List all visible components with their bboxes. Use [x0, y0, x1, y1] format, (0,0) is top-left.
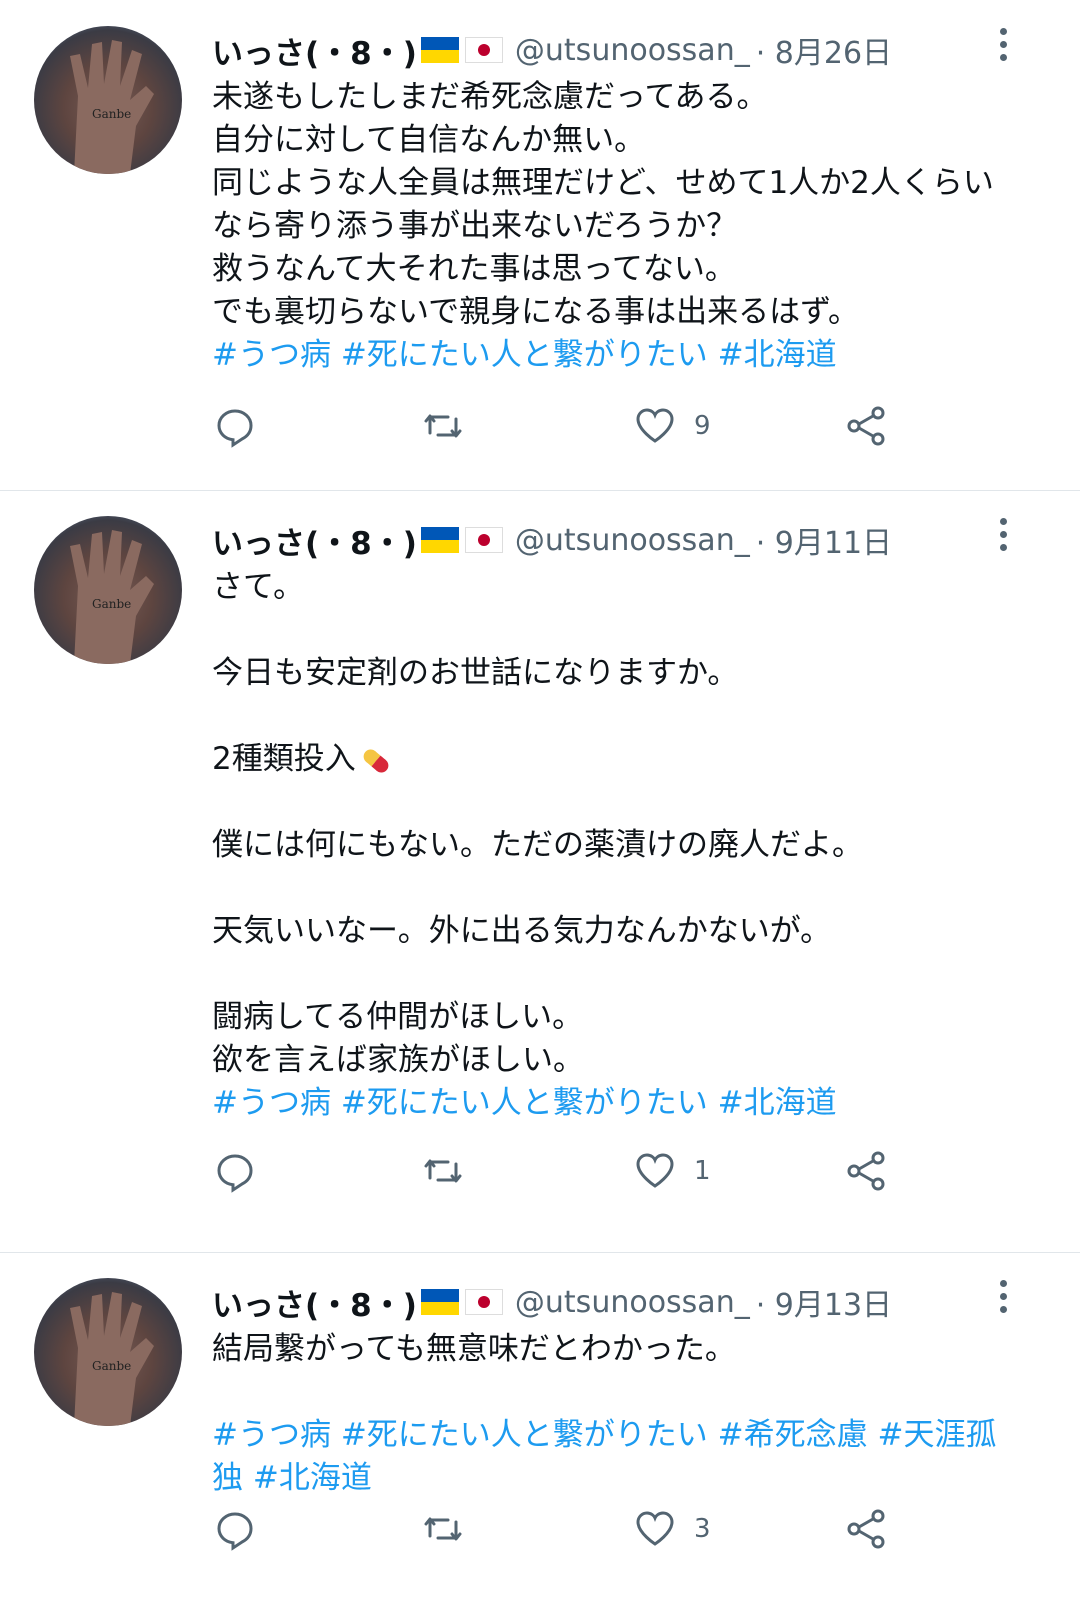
share-icon	[847, 1151, 885, 1191]
text-gap	[212, 609, 1042, 652]
share-button[interactable]	[844, 1148, 890, 1194]
share-button[interactable]	[844, 1506, 890, 1552]
hashtags[interactable]: 独 #北海道	[212, 1457, 1042, 1500]
action-bar: 1	[212, 1148, 912, 1194]
like-icon	[636, 1511, 674, 1546]
text-gap	[212, 781, 1042, 824]
text-line: さて。	[212, 569, 305, 605]
like-count: 3	[694, 1514, 711, 1544]
like-button[interactable]: 9	[632, 403, 711, 449]
text-line: 救うなんて大それた事は思ってない。	[212, 251, 736, 287]
hashtags[interactable]: #うつ病 #死にたい人と繋がりたい #北海道	[212, 334, 1042, 377]
text-line: 2種類投入	[212, 741, 356, 777]
tweet-header: いっさ(・8・) @utsunoossan_ · 9月11日	[212, 518, 892, 562]
retweet-icon	[424, 1159, 462, 1183]
hashtags[interactable]: #うつ病 #死にたい人と繋がりたい #北海道	[212, 1082, 1042, 1125]
tweet-header: いっさ(・8・) @utsunoossan_ · 9月13日	[212, 1280, 892, 1324]
like-button[interactable]: 3	[632, 1506, 711, 1552]
display-name[interactable]: いっさ(・8・)	[212, 518, 417, 563]
reply-icon	[217, 409, 253, 448]
text-line: 未遂もしたしまだ希死念慮だってある。	[212, 79, 768, 115]
avatar[interactable]: Ganbe	[34, 26, 182, 174]
text-line: 自分に対して自信なんか無い。	[212, 122, 646, 158]
like-count: 1	[694, 1156, 711, 1186]
text-line: 今日も安定剤のお世話になりますか。	[212, 655, 739, 691]
display-name[interactable]: いっさ(・8・)	[212, 1280, 417, 1325]
text-line: 闘病してる仲間がほしい。	[212, 999, 584, 1035]
svg-text:Ganbe: Ganbe	[92, 107, 131, 121]
text-line-with-emoji: 2種類投入	[212, 738, 1042, 781]
text-line: でも裏切らないで親身になる事は出来るはず。	[212, 294, 859, 330]
text-line: 僕には何にもない。ただの薬漬けの廃人だよ。	[212, 827, 863, 863]
tweet-header: いっさ(・8・) @utsunoossan_ · 8月26日	[212, 28, 892, 72]
reply-button[interactable]	[212, 403, 258, 449]
share-icon	[847, 1509, 885, 1549]
timestamp[interactable]: · 9月13日	[756, 1280, 892, 1324]
retweet-button[interactable]	[420, 1148, 466, 1194]
share-button[interactable]	[844, 403, 890, 449]
like-icon	[636, 408, 674, 443]
avatar[interactable]: Ganbe	[34, 516, 182, 664]
reply-button[interactable]	[212, 1506, 258, 1552]
text-gap	[212, 867, 1042, 910]
flag-japan	[464, 37, 503, 63]
handle[interactable]: @utsunoossan_	[515, 523, 750, 558]
pill-emoji	[363, 749, 389, 772]
action-bar: 3	[212, 1506, 912, 1552]
tweet[interactable]: Ganbe いっさ(・8・) @utsunoossan_ · 9月11日 さて。…	[0, 490, 1080, 1252]
handle[interactable]: @utsunoossan_	[515, 1285, 750, 1320]
timestamp[interactable]: · 9月11日	[756, 518, 892, 562]
more-icon[interactable]	[993, 28, 1013, 68]
flag-japan	[464, 1289, 503, 1315]
text-gap	[212, 1371, 1042, 1414]
retweet-button[interactable]	[420, 403, 466, 449]
share-icon	[847, 406, 885, 446]
avatar[interactable]: Ganbe	[34, 1278, 182, 1426]
more-icon[interactable]	[993, 1280, 1013, 1320]
timestamp[interactable]: · 8月26日	[756, 28, 892, 72]
more-icon[interactable]	[993, 518, 1013, 558]
text-line: 天気いいなー。外に出る気力なんかないが。	[212, 913, 832, 949]
tweet[interactable]: Ganbe いっさ(・8・) @utsunoossan_ · 9月13日 結局繋…	[0, 1252, 1080, 1605]
flag-ukraine	[420, 37, 459, 63]
text-line: 結局繋がっても無意味だとわかった。	[212, 1331, 736, 1367]
flag-japan	[464, 527, 503, 553]
tweet[interactable]: Ganbe いっさ(・8・) @utsunoossan_ · 8月26日 未遂も…	[0, 0, 1080, 490]
hashtags[interactable]: #うつ病 #死にたい人と繋がりたい #希死念慮 #天涯孤	[212, 1414, 1042, 1457]
svg-text:Ganbe: Ganbe	[92, 597, 131, 611]
text-gap	[212, 695, 1042, 738]
tweet-text: 結局繋がっても無意味だとわかった。 #うつ病 #死にたい人と繋がりたい #希死念…	[212, 1328, 1042, 1500]
like-icon	[636, 1153, 674, 1188]
retweet-icon	[424, 1517, 462, 1541]
reply-icon	[217, 1154, 253, 1193]
text-line: 欲を言えば家族がほしい。	[212, 1042, 584, 1078]
retweet-icon	[424, 414, 462, 438]
reply-icon	[217, 1512, 253, 1551]
flag-ukraine	[420, 527, 459, 553]
action-bar: 9	[212, 403, 912, 449]
svg-text:Ganbe: Ganbe	[92, 1359, 131, 1373]
text-gap	[212, 953, 1042, 996]
like-button[interactable]: 1	[632, 1148, 711, 1194]
flag-ukraine	[420, 1289, 459, 1315]
tweet-text: 未遂もしたしまだ希死念慮だってある。 自分に対して自信なんか無い。 同じような人…	[212, 76, 1042, 377]
retweet-button[interactable]	[420, 1506, 466, 1552]
handle[interactable]: @utsunoossan_	[515, 33, 750, 68]
like-count: 9	[694, 411, 711, 441]
display-name[interactable]: いっさ(・8・)	[212, 28, 417, 73]
tweet-text: さて。 今日も安定剤のお世話になりますか。 2種類投入 僕には何にもない。ただの…	[212, 566, 1042, 1125]
reply-button[interactable]	[212, 1148, 258, 1194]
text-line: 同じような人全員は無理だけど、せめて1人か2人くらい	[212, 165, 994, 201]
text-line: なら寄り添う事が出来ないだろうか？	[212, 208, 738, 244]
